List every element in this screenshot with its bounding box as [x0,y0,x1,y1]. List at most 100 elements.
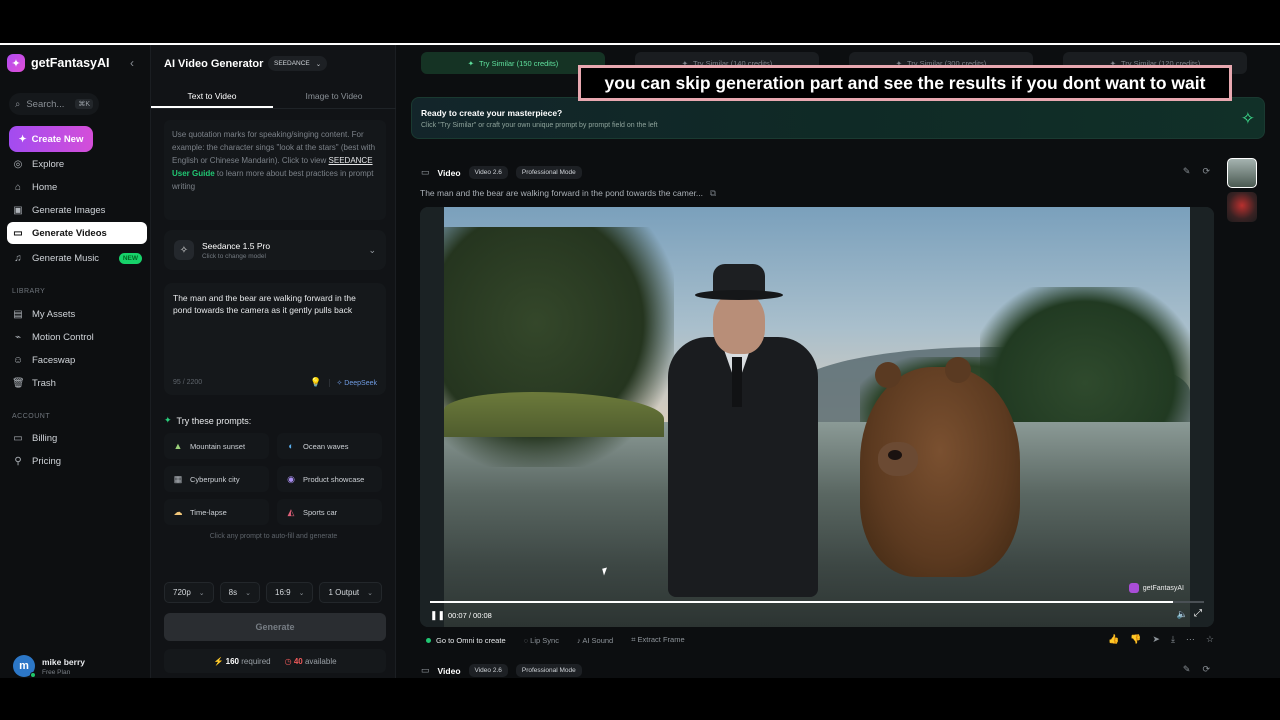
more-icon[interactable]: ⋯ [1186,634,1195,645]
video-progress-bar[interactable] [430,601,1204,603]
prompt-text: The man and the bear are walking forward… [173,293,356,315]
results-feed: ✦ Try Similar (150 credits) ✦ Try Simila… [396,45,1280,678]
create-new-button[interactable]: ✦ Create New [9,126,93,152]
pause-icon[interactable]: ❚❚ [430,610,445,621]
motion-icon: ⌁ [14,331,22,343]
mountain-icon: ▲ [173,441,183,451]
char-count: 95 / 2200 [173,379,203,386]
lightbulb-icon[interactable]: 💡 [310,377,321,388]
duration-value: 8s [228,588,238,597]
card-tools: ✎ ⟳ [1183,664,1210,675]
folder-icon: ▤ [13,308,23,320]
sidebar-item-motion-control[interactable]: ⌁ Motion Control [7,326,147,348]
tab-image-to-video[interactable]: Image to Video [273,85,395,108]
resolution-select[interactable]: 720p ⌄ [164,582,214,603]
refresh-icon[interactable]: ⟳ [1202,166,1210,177]
aspect-ratio-select[interactable]: 16:9 ⌄ [266,582,314,603]
seedance-link[interactable]: SEEDANCE [329,156,373,165]
sidebar-item-explore[interactable]: ◎ Explore [7,153,147,175]
car-icon: ◭ [287,506,295,517]
prompt-chip-ocean-waves[interactable]: ◐ Ocean waves [277,433,382,459]
thumbs-up-icon[interactable]: 👍 [1108,634,1119,645]
video-card-header: ▭ Video Video 2.6 Professional Mode [421,166,582,179]
download-icon[interactable]: ⤓ [1171,634,1175,645]
brand[interactable]: ✦ getFantasyAI [7,54,110,72]
volume-icon[interactable]: 🔈 [1177,609,1188,620]
chip-label: Product showcase [303,474,365,484]
video-icon: ▭ [421,665,430,675]
share-icon[interactable]: ➤ [1152,634,1160,645]
extract-frame-button[interactable]: ⌗ Extract Frame [631,635,684,645]
try-prompts-label: Try these prompts: [176,415,252,426]
generate-button[interactable]: Generate [164,613,386,641]
try-prompts-title: ✦ Try these prompts: [164,415,251,426]
edit-icon[interactable]: ✎ [1183,166,1191,177]
sidebar-item-my-assets[interactable]: ▤ My Assets [7,303,147,325]
product-icon: ◉ [287,473,295,484]
model-subtitle: Click to change model [202,252,266,260]
outputs-select[interactable]: 1 Output ⌄ [319,582,383,603]
thumbs-down-icon[interactable]: 👎 [1130,634,1141,645]
sidebar-item-pricing[interactable]: ⚲ Pricing [7,450,147,472]
sidebar-item-faceswap[interactable]: ☺ Faceswap [7,349,147,371]
generation-options: 720p ⌄ 8s ⌄ 16:9 ⌄ 1 Output ⌄ [164,582,383,603]
prompt-chip-sports-car[interactable]: ◭ Sports car [277,499,382,525]
model-family-dropdown[interactable]: SEEDANCE ⌄ [268,56,328,71]
sidebar-item-home[interactable]: ⌂ Home [7,176,147,198]
prompt-chip-time-lapse[interactable]: ☁ Time-lapse [164,499,269,525]
sidebar-item-label: Motion Control [32,331,94,343]
edit-icon[interactable]: ✎ [1183,664,1191,675]
fullscreen-icon[interactable]: ⤢ [1194,608,1202,619]
clock-icon: ◷ [284,656,292,666]
create-new-label: Create New [31,133,84,145]
sidebar-item-generate-videos[interactable]: ▭ Generate Videos [7,222,147,244]
prompt-chip-cyberpunk-city[interactable]: ▦ Cyberpunk city [164,466,269,492]
collapse-sidebar-icon[interactable]: ‹ [130,56,134,70]
avatar: m [13,655,36,678]
city-icon: ▦ [173,473,183,484]
search-input[interactable]: ⌕ Search... ⌘K [9,93,99,115]
sidebar-item-billing[interactable]: ▭ Billing [7,427,147,449]
prompt-textarea[interactable]: The man and the bear are walking forward… [164,283,386,395]
copy-icon[interactable]: ⧉ [710,188,716,199]
chip-label: Sports car [303,507,338,517]
user-guide-link[interactable]: User Guide [172,169,215,178]
chevron-down-icon: ⌄ [245,589,251,597]
credits-required-label: required [241,656,271,666]
mode-tag: Professional Mode [515,664,582,677]
tab-text-to-video[interactable]: Text to Video [151,85,273,108]
lip-sync-button[interactable]: ◌ Lip Sync [524,636,559,645]
sidebar-item-trash[interactable]: 🗑 Trash [7,372,147,394]
favorite-star-icon[interactable]: ☆ [1206,634,1214,645]
sidebar-item-label: Home [32,181,58,193]
sidebar-item-generate-music[interactable]: ♫ Generate Music NEW [7,247,147,269]
chevron-down-icon: ⌄ [298,589,305,597]
chip-label: Time-lapse [190,507,227,517]
video-player[interactable]: getFantasyAI ❚❚ 00:07 / 00:08 🔈 ⤢ [420,207,1214,627]
search-shortcut: ⌘K [75,99,93,109]
go-to-omni-button[interactable]: Go to Omni to create [426,636,506,645]
sidebar-item-label: Explore [32,158,65,170]
ai-sound-button[interactable]: ♪ AI Sound [577,636,613,645]
duration-select[interactable]: 8s ⌄ [219,582,260,603]
resolution-value: 720p [173,588,191,597]
brand-name: getFantasyAI [31,56,110,70]
video-action-icons: 👍 👎 ➤ ⤓ ⋯ ☆ [1108,634,1214,645]
variant-thumbnail[interactable] [1227,192,1257,222]
card-icon: ▭ [13,432,23,444]
brand-logo-icon: ✦ [7,54,25,72]
prompt-chip-product-showcase[interactable]: ◉ Product showcase [277,466,382,492]
sidebar-item-generate-images[interactable]: ▣ Generate Images [7,199,147,221]
sidebar-item-label: Generate Images [32,204,106,216]
model-tag: Video 2.6 [468,664,508,677]
sidebar-item-label: Generate Videos [32,227,107,239]
prompt-chip-mountain-sunset[interactable]: ▲ Mountain sunset [164,433,269,459]
model-selector[interactable]: ✧ Seedance 1.5 Pro Click to change model… [164,230,386,270]
video-letterbox-left [420,207,444,627]
refresh-icon[interactable]: ⟳ [1202,664,1210,675]
variant-thumbnail[interactable] [1227,158,1257,188]
deepseek-enhancer[interactable]: ✧ DeepSeek [329,378,377,387]
credits-required: ⚡ 160 required [213,657,270,666]
aspect-ratio-value: 16:9 [275,588,291,597]
user-profile[interactable]: m mike berry Free Plan [13,655,85,678]
